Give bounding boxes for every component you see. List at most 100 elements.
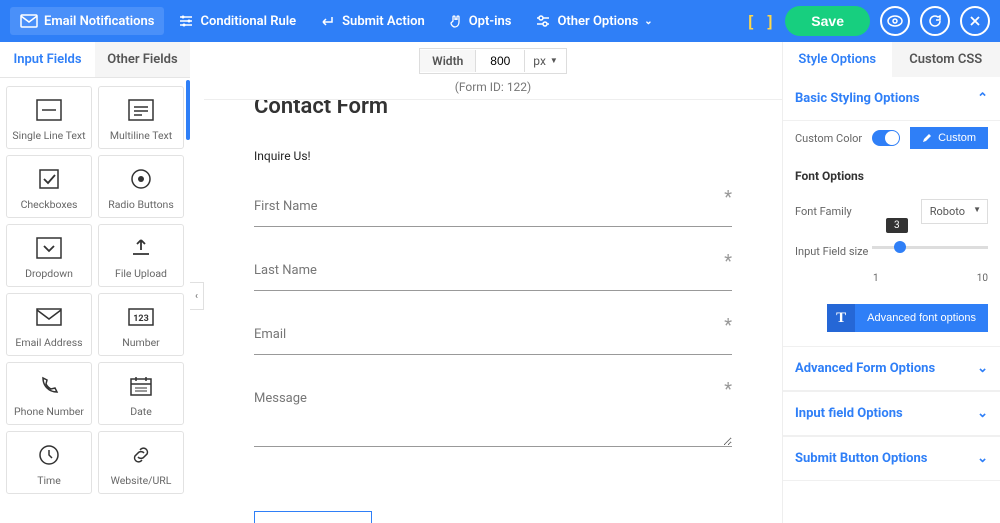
refresh-icon: [928, 14, 942, 28]
email-notifications-item[interactable]: Email Notifications: [10, 7, 164, 35]
label: Date: [101, 405, 181, 418]
eye-icon: [887, 15, 903, 27]
field-website-url[interactable]: Website/URL: [98, 431, 184, 494]
slider-thumb[interactable]: [894, 241, 906, 253]
text-icon: T: [827, 304, 855, 332]
text-multi-icon: [123, 95, 159, 125]
required-mark: *: [724, 379, 732, 400]
accordion-label: Input field Options: [795, 406, 903, 421]
conditional-rule-item[interactable]: Conditional Rule: [168, 7, 306, 35]
adv-font-label: Advanced font options: [855, 312, 988, 324]
field-file-upload[interactable]: File Upload: [98, 224, 184, 287]
dropdown-icon: [31, 233, 67, 263]
email-notifications-label: Email Notifications: [44, 14, 154, 29]
width-control: Width px▼: [419, 48, 567, 74]
phone-icon: [31, 371, 67, 401]
upload-icon: [123, 233, 159, 263]
close-button[interactable]: [960, 6, 990, 36]
font-family-select[interactable]: Roboto: [921, 199, 988, 224]
custom-color-toggle[interactable]: [872, 130, 900, 146]
required-mark: *: [724, 315, 732, 336]
email-input[interactable]: [254, 329, 732, 355]
required-mark: *: [724, 251, 732, 272]
required-mark: *: [724, 187, 732, 208]
last-name-input[interactable]: [254, 265, 732, 291]
other-options-item[interactable]: Other Options ⌄: [525, 7, 662, 35]
label: Time: [9, 474, 89, 487]
advanced-font-options-button[interactable]: T Advanced font options: [827, 304, 988, 332]
form-id-label: (Form ID: 122): [455, 80, 531, 94]
accordion-label: Basic Styling Options: [795, 91, 920, 106]
form-title[interactable]: Contact Form: [254, 100, 732, 119]
submit-action-item[interactable]: Submit Action: [310, 7, 435, 35]
radio-icon: [123, 164, 159, 194]
pencil-icon: [922, 133, 932, 143]
fields-panel: Input Fields Other Fields Single Line Te…: [0, 42, 190, 523]
font-family-label: Font Family: [795, 205, 852, 218]
close-icon: [969, 15, 981, 27]
field-phone-number[interactable]: Phone Number: [6, 362, 92, 425]
label: Dropdown: [9, 267, 89, 280]
accordion-submit-button[interactable]: Submit Button Options ⌄: [783, 436, 1000, 481]
conditional-rule-label: Conditional Rule: [200, 14, 296, 29]
width-unit-select[interactable]: px▼: [524, 50, 566, 72]
custom-color-label: Custom Color: [795, 132, 862, 145]
width-input[interactable]: [476, 50, 524, 72]
mail-icon: [20, 14, 38, 28]
label: Number: [101, 336, 181, 349]
label: File Upload: [101, 267, 181, 280]
chevron-up-icon: ⌃: [977, 91, 988, 106]
link-icon: [123, 440, 159, 470]
label: Email Address: [9, 336, 89, 349]
optins-item[interactable]: Opt-ins: [439, 7, 522, 35]
accordion-basic-styling[interactable]: Basic Styling Options ⌃: [783, 77, 1000, 121]
form-subtitle[interactable]: Inquire Us!: [254, 149, 732, 163]
top-toolbar: Email Notifications Conditional Rule Sub…: [0, 0, 1000, 42]
chevron-down-icon: ⌄: [977, 406, 988, 421]
accordion-input-field[interactable]: Input field Options ⌄: [783, 391, 1000, 436]
preview-button[interactable]: [880, 6, 910, 36]
field-number[interactable]: 123 Number: [98, 293, 184, 356]
field-date[interactable]: Date: [98, 362, 184, 425]
slider-max: 10: [977, 273, 988, 284]
shortcode-button[interactable]: [ ]: [745, 6, 775, 36]
accordion-label: Advanced Form Options: [795, 361, 935, 376]
first-name-input[interactable]: [254, 201, 732, 227]
field-checkboxes[interactable]: Checkboxes: [6, 155, 92, 218]
field-time[interactable]: Time: [6, 431, 92, 494]
slider-min: 1: [873, 273, 879, 284]
chevron-down-icon: ⌄: [644, 16, 652, 27]
field-dropdown[interactable]: Dropdown: [6, 224, 92, 287]
label: Checkboxes: [9, 198, 89, 211]
caret-down-icon: ▼: [550, 56, 558, 65]
custom-color-button[interactable]: Custom: [910, 127, 988, 149]
message-input[interactable]: [254, 393, 732, 447]
save-button[interactable]: Save: [785, 6, 870, 36]
chevron-down-icon: ⌄: [977, 451, 988, 466]
accordion-advanced-form[interactable]: Advanced Form Options ⌄: [783, 346, 1000, 391]
svg-text:123: 123: [133, 314, 149, 324]
field-single-line-text[interactable]: Single Line Text: [6, 86, 92, 149]
field-radio-buttons[interactable]: Radio Buttons: [98, 155, 184, 218]
tab-other-fields[interactable]: Other Fields: [95, 42, 190, 77]
refresh-button[interactable]: [920, 6, 950, 36]
panel-collapse-handle[interactable]: ‹: [190, 282, 204, 310]
tab-style-options[interactable]: Style Options: [783, 42, 892, 77]
scrollbar-thumb[interactable]: [186, 80, 190, 140]
field-multiline-text[interactable]: Multiline Text: [98, 86, 184, 149]
settings-icon: [535, 14, 551, 28]
hand-icon: [449, 13, 463, 29]
tab-custom-css[interactable]: Custom CSS: [892, 42, 1000, 77]
accordion-label: Submit Button Options: [795, 451, 927, 466]
number-icon: 123: [123, 302, 159, 332]
input-size-slider[interactable]: 3: [872, 246, 988, 249]
label: Website/URL: [101, 474, 181, 487]
tab-input-fields[interactable]: Input Fields: [0, 42, 95, 77]
submit-action-label: Submit Action: [342, 14, 425, 29]
submit-button[interactable]: Submit: [254, 511, 372, 523]
label: Phone Number: [9, 405, 89, 418]
chevron-down-icon: ⌄: [977, 361, 988, 376]
calendar-icon: [123, 371, 159, 401]
clock-icon: [31, 440, 67, 470]
field-email-address[interactable]: Email Address: [6, 293, 92, 356]
